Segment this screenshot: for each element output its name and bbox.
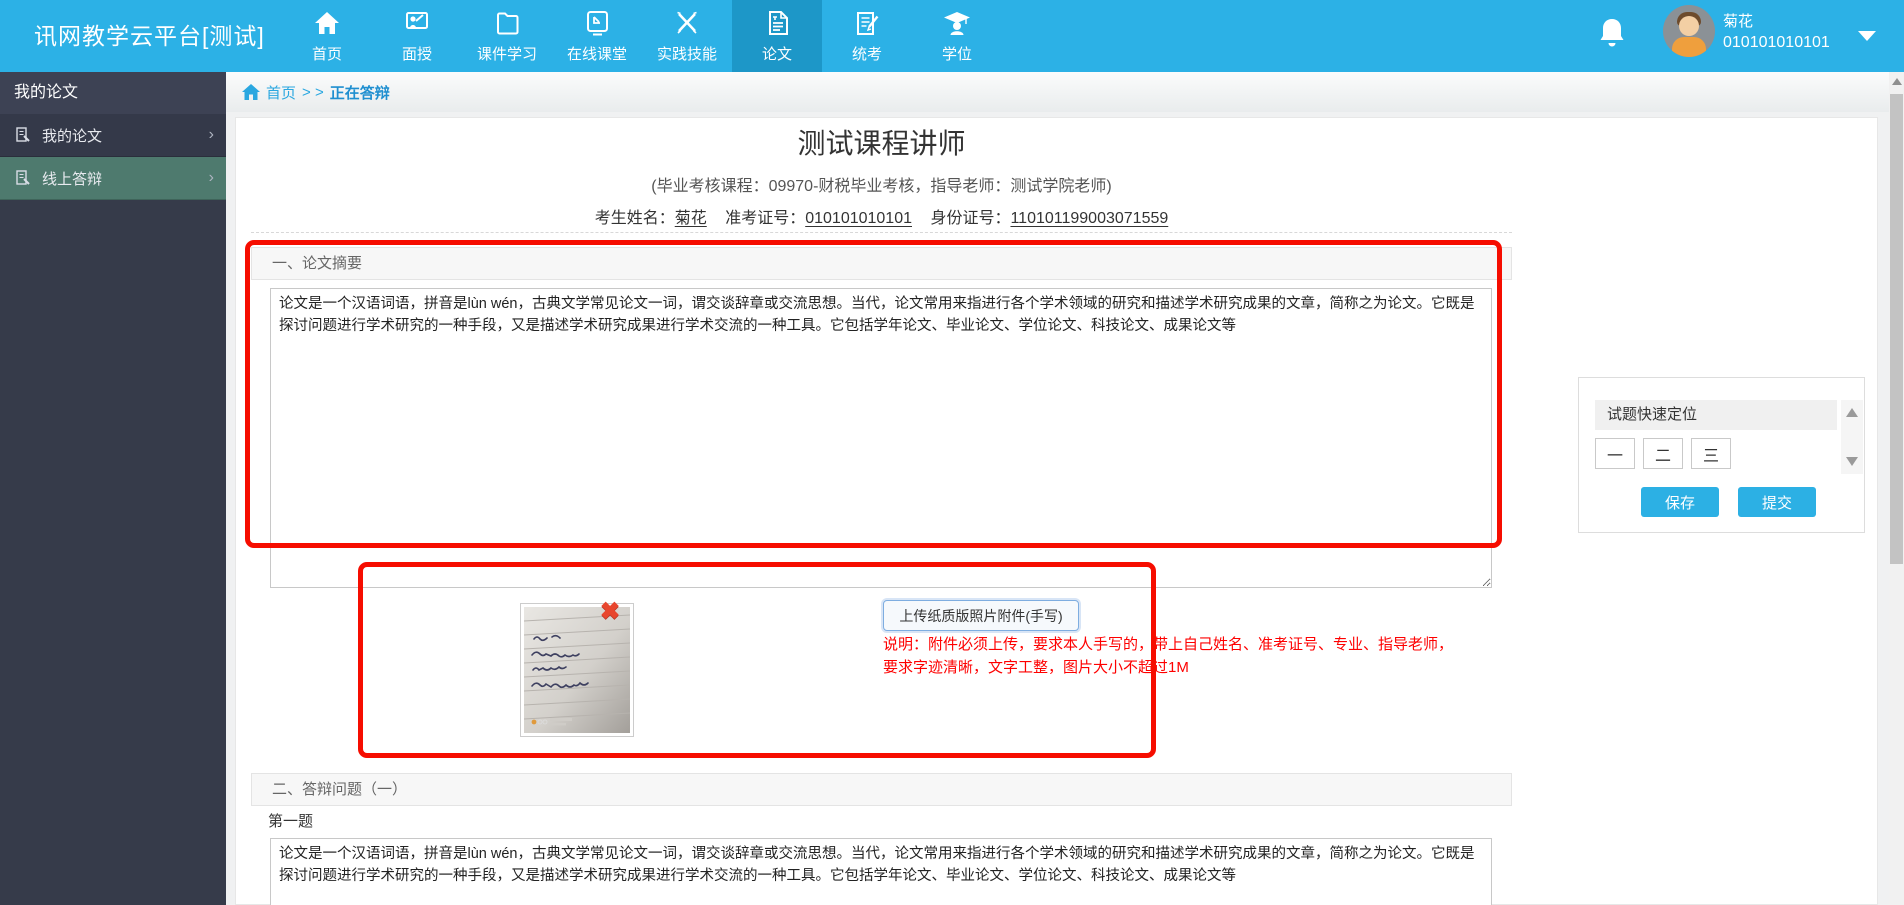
save-button[interactable]: 保存: [1641, 487, 1719, 517]
nav-tab-label: 实践技能: [657, 43, 717, 64]
user-info: 菊花 010101010101: [1723, 11, 1830, 53]
user-avatar[interactable]: [1663, 5, 1715, 57]
scrollbar-up-icon[interactable]: [1892, 78, 1902, 85]
page-scrollbar[interactable]: [1889, 72, 1904, 905]
avatar-face: [1679, 16, 1699, 36]
sidebar-item-online-defense[interactable]: 线上答辩 ›: [0, 157, 226, 200]
ticket-value: 010101010101: [805, 210, 912, 227]
upload-note-line2: 要求字迹清晰，文字工整，图片大小不超过1M: [883, 656, 1503, 679]
breadcrumb-separator: > >: [302, 84, 324, 101]
quick-locate-panel: 试题快速定位 一 二 三 保存 提交: [1578, 377, 1865, 533]
scroll-up-icon[interactable]: [1846, 408, 1858, 417]
practical-skills-icon: [671, 7, 703, 39]
home-icon: [311, 7, 343, 39]
degree-icon: [941, 7, 973, 39]
candidate-name-value: 菊花: [675, 210, 707, 227]
upload-note-line1: 说明：附件必须上传，要求本人手写的，带上自己姓名、准考证号、专业、指导老师，: [883, 633, 1503, 656]
scroll-down-icon[interactable]: [1846, 457, 1858, 466]
dashed-divider: [251, 232, 1512, 233]
remove-attachment-icon[interactable]: ✖: [600, 600, 620, 624]
sidebar-item-my-thesis[interactable]: 我的论文 ›: [0, 114, 226, 157]
online-class-icon: [581, 7, 613, 39]
quick-locate-title: 试题快速定位: [1595, 400, 1837, 430]
avatar-body: [1672, 37, 1706, 57]
unified-exam-icon: [851, 7, 883, 39]
app-logo: 讯网教学云平台[测试]: [34, 0, 265, 72]
user-id: 010101010101: [1723, 32, 1830, 53]
answer-1-textarea[interactable]: 论文是一个汉语词语，拼音是lùn wén，古典文学常见论文一词，谓交谈辞章或交流…: [270, 838, 1492, 905]
abstract-textarea[interactable]: 论文是一个汉语词语，拼音是lùn wén，古典文学常见论文一词，谓交谈辞章或交流…: [270, 288, 1492, 588]
nav-tab-practical-skills[interactable]: 实践技能: [642, 0, 732, 72]
chevron-right-icon: ›: [209, 126, 214, 144]
topbar: 讯网教学云平台[测试] 首页 面授 课件学习: [0, 0, 1904, 72]
question-nav-button-1[interactable]: 一: [1595, 438, 1635, 469]
nav-tab-thesis[interactable]: 论文: [732, 0, 822, 72]
defense-section-header: 二、答辩问题（一）: [251, 773, 1512, 806]
nav-tab-label: 首页: [312, 43, 342, 64]
nav-tab-home[interactable]: 首页: [282, 0, 372, 72]
sidebar: 我的论文 我的论文 › 线上答辩 ›: [0, 72, 226, 905]
page-title: 测试课程讲师: [251, 122, 1512, 162]
question-nav-scroll-strip: [1841, 400, 1863, 474]
question-nav-button-2[interactable]: 二: [1643, 438, 1683, 469]
nav-tab-face-teaching[interactable]: 面授: [372, 0, 462, 72]
question-nav-buttons: 一 二 三: [1595, 438, 1739, 469]
courseware-icon: [491, 7, 523, 39]
nav-tab-unified-exam[interactable]: 统考: [822, 0, 912, 72]
candidate-info-line: 考生姓名：菊花 准考证号：010101010101 身份证号：110101199…: [251, 204, 1512, 228]
nav-tab-label: 学位: [942, 43, 972, 64]
breadcrumb-current: 正在答辩: [330, 82, 390, 103]
nav-tab-label: 课件学习: [477, 43, 537, 64]
thesis-icon: [761, 7, 793, 39]
sidebar-header: 我的论文: [0, 72, 226, 114]
nav-tab-label: 在线课堂: [567, 43, 627, 64]
submit-button[interactable]: 提交: [1738, 487, 1816, 517]
candidate-name-label: 考生姓名：: [595, 210, 675, 227]
document-pen-icon: [14, 169, 32, 187]
page: 讯网教学云平台[测试] 首页 面授 课件学习: [0, 0, 1904, 905]
breadcrumb: 首页 > > 正在答辩: [226, 72, 1889, 112]
face-teaching-icon: [401, 7, 433, 39]
sidebar-item-label: 我的论文: [42, 125, 209, 146]
idcard-label: 身份证号：: [930, 210, 1010, 227]
nav-tab-label: 面授: [402, 43, 432, 64]
nav-tab-label: 论文: [762, 43, 792, 64]
document-pen-icon: [14, 126, 32, 144]
chevron-right-icon: ›: [209, 169, 214, 187]
idcard-value: 110101199003071559: [1010, 210, 1168, 227]
top-nav: 首页 面授 课件学习 在线课堂: [282, 0, 1002, 72]
breadcrumb-home-icon: [242, 84, 260, 100]
nav-tab-courseware[interactable]: 课件学习: [462, 0, 552, 72]
question-nav-button-3[interactable]: 三: [1691, 438, 1731, 469]
question-1-label: 第一题: [268, 810, 313, 831]
nav-tab-label: 统考: [852, 43, 882, 64]
user-name: 菊花: [1723, 11, 1830, 32]
upload-attachment-button[interactable]: 上传纸质版照片附件(手写): [883, 600, 1079, 631]
ticket-label: 准考证号：: [725, 210, 805, 227]
breadcrumb-home-link[interactable]: 首页: [266, 82, 296, 103]
user-menu-caret-icon[interactable]: [1858, 31, 1876, 41]
nav-tab-degree[interactable]: 学位: [912, 0, 1002, 72]
sidebar-item-label: 线上答辩: [42, 168, 209, 189]
scrollbar-thumb[interactable]: [1890, 94, 1903, 564]
abstract-section-header: 一、论文摘要: [251, 247, 1512, 280]
nav-tab-online-class[interactable]: 在线课堂: [552, 0, 642, 72]
notification-bell-icon[interactable]: [1598, 17, 1626, 51]
page-subtitle: (毕业考核课程：09970-财税毕业考核，指导老师：测试学院老师): [251, 172, 1512, 196]
